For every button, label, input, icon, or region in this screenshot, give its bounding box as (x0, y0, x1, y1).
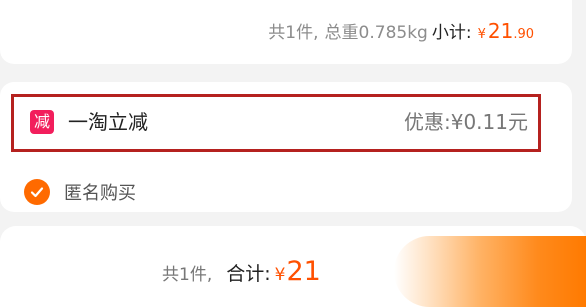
total-amount: 21 (286, 256, 321, 287)
subtotal-label: 小计: (431, 23, 472, 43)
discount-badge-icon: 减 (30, 110, 54, 134)
anonymous-purchase-option[interactable]: 匿名购买 (24, 176, 136, 208)
discount-row[interactable]: 减 一淘立减 优惠:¥0.11元 (11, 94, 541, 152)
order-summary-card: 共1件, 总重0.785kg 小计: ¥ 21 .90 (0, 0, 572, 64)
total-item-count: 共1件, (162, 265, 213, 285)
total-line: 共1件, 合计: ¥ 21 (162, 256, 321, 287)
total-currency: ¥ (274, 265, 286, 285)
checkmark-icon[interactable] (24, 179, 50, 205)
subtotal-decimal: .90 (513, 27, 534, 42)
submit-order-button[interactable] (394, 236, 586, 307)
discount-title: 一淘立减 (68, 110, 148, 134)
order-summary-line: 共1件, 总重0.785kg 小计: ¥ 21 .90 (268, 18, 534, 46)
discount-amount: 优惠:¥0.11元 (404, 110, 528, 134)
item-count: 共1件, (268, 23, 319, 43)
subtotal-currency: ¥ (477, 27, 486, 42)
total-weight: 总重0.785kg (324, 23, 428, 43)
anonymous-purchase-label: 匿名购买 (64, 183, 136, 204)
total-label: 合计: (226, 263, 271, 285)
subtotal-integer: 21 (487, 19, 514, 43)
